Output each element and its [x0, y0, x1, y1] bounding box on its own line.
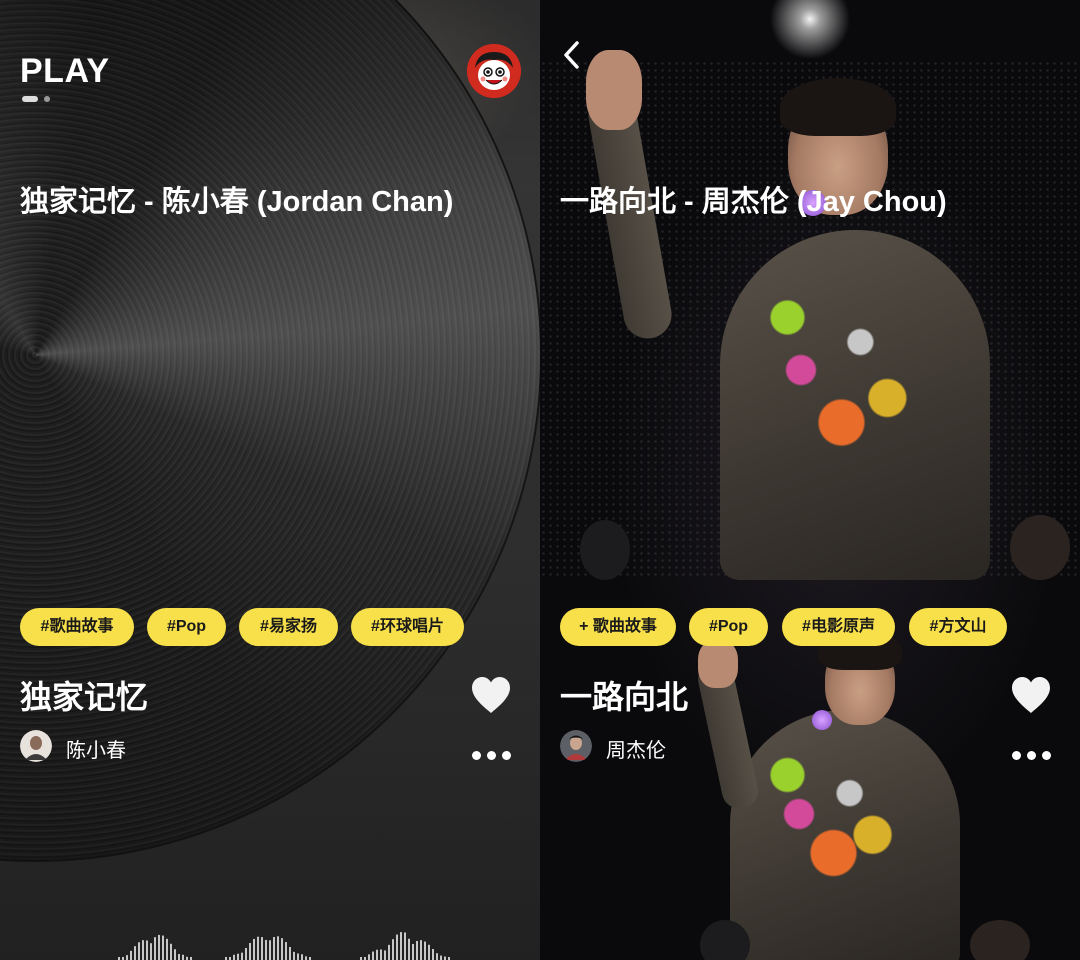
more-dots-icon — [502, 751, 511, 760]
more-dots-icon — [472, 751, 481, 760]
tag-add-song-story[interactable]: + 歌曲故事 — [560, 608, 676, 646]
crowd-figure — [1010, 515, 1070, 580]
more-dots-icon — [1012, 751, 1021, 760]
performer-hair — [780, 78, 896, 136]
more-dots-icon — [1027, 751, 1036, 760]
performer-jacket — [730, 710, 960, 960]
artist-photo — [20, 730, 52, 762]
performer-jacket — [720, 230, 990, 580]
artist-avatar — [20, 730, 52, 762]
tag-label[interactable]: #环球唱片 — [351, 608, 464, 646]
tag-pop[interactable]: #Pop — [147, 608, 226, 646]
like-button[interactable] — [470, 676, 512, 714]
audio-waveform-icon — [118, 932, 450, 960]
page-indicator-active — [22, 96, 38, 102]
app-logo: PLAY — [20, 52, 110, 90]
performer-hand — [698, 640, 738, 688]
page-indicator-dot — [44, 96, 50, 102]
more-options-button[interactable] — [472, 751, 512, 765]
more-dots-icon — [1042, 751, 1051, 760]
performer-hand — [586, 50, 642, 130]
artist-name: 周杰伦 — [606, 740, 666, 762]
tag-soundtrack[interactable]: #电影原声 — [782, 608, 895, 646]
artist-name: 陈小春 — [66, 740, 126, 762]
right-player-screen: 一路向北 - 周杰伦 (Jay Chou) + 歌曲故事 #Pop #电影原声 … — [540, 0, 1080, 960]
profile-avatar[interactable] — [467, 44, 521, 98]
tag-pop[interactable]: #Pop — [689, 608, 768, 646]
heart-icon — [1012, 677, 1050, 713]
song-title: 一路向北 - 周杰伦 (Jay Chou) — [560, 186, 947, 218]
crowd-figure — [580, 520, 630, 580]
more-options-button[interactable] — [1012, 751, 1052, 765]
overlay — [0, 0, 540, 960]
song-name: 一路向北 — [560, 679, 689, 715]
song-title: 独家记忆 - 陈小春 (Jordan Chan) — [20, 186, 454, 218]
like-button[interactable] — [1010, 676, 1052, 714]
chevron-left-icon — [564, 41, 579, 69]
artist-photo — [560, 730, 592, 762]
heart-icon — [472, 677, 510, 713]
song-name: 独家记忆 — [20, 679, 149, 715]
tag-song-story[interactable]: #歌曲故事 — [20, 608, 134, 646]
back-button[interactable] — [558, 38, 588, 72]
cartoon-avatar-icon — [467, 44, 521, 98]
tag-lyricist[interactable]: #方文山 — [909, 608, 1007, 646]
screens-container: PLAY 独家记忆 - 陈小春 (Jordan Chan) #歌曲故事 #Pop… — [0, 0, 1080, 960]
artist-avatar — [560, 730, 592, 762]
microphone — [812, 710, 832, 730]
tag-lyricist[interactable]: #易家扬 — [239, 608, 338, 646]
more-dots-icon — [487, 751, 496, 760]
left-player-screen: PLAY 独家记忆 - 陈小春 (Jordan Chan) #歌曲故事 #Pop… — [0, 0, 540, 960]
